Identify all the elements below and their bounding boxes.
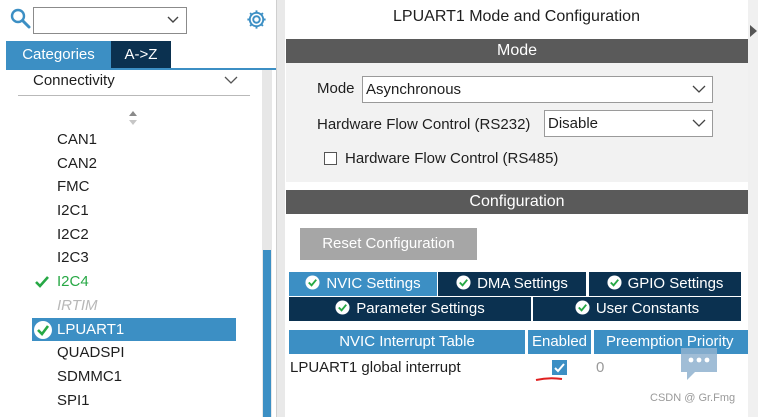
mode-section: Mode Asynchronous Hardware Flow Control … [286,63,748,182]
peripheral-label: FMC [57,178,90,196]
check-circle-icon [456,275,471,290]
peripheral-item-i2c1[interactable]: I2C1 [32,199,242,223]
tab-user-constants[interactable]: User Constants [533,297,741,321]
gear-icon[interactable] [245,8,268,31]
peripheral-item-quadspi[interactable]: QUADSPI [32,341,242,365]
hw-flow-rs485-label: Hardware Flow Control (RS485) [345,150,559,167]
hw-flow-rs232-label: Hardware Flow Control (RS232) [317,116,531,133]
tab-label: GPIO Settings [627,275,724,292]
check-circle-icon [34,320,52,339]
page-title: LPUART1 Mode and Configuration [393,8,640,25]
peripheral-label: I2C3 [57,249,89,267]
sort-icon[interactable] [127,110,139,126]
hw-flow-rs232-value: Disable [548,115,599,132]
tab-a-to-z[interactable]: A->Z [111,41,171,68]
peripheral-label: IRTIM [57,296,98,314]
tab-label: NVIC Settings [326,275,421,292]
peripheral-label: CAN1 [57,131,98,148]
checkmark-icon [554,363,565,373]
peripheral-label: SPI1 [57,391,90,409]
peripheral-item-can2[interactable]: CAN2 [32,152,242,176]
watermark-text: CSDN @ Gr.Fmg [650,392,736,404]
peripheral-item-spi1[interactable]: SPI1 [32,389,242,413]
scrollbar-thumb[interactable] [263,250,271,417]
column-header-enabled[interactable]: Enabled [528,330,591,354]
peripheral-item-can1[interactable]: CAN1 [32,128,242,152]
check-circle-icon [305,275,320,290]
reset-configuration-button[interactable]: Reset Configuration [300,228,477,260]
right-collapse-bar[interactable] [748,0,758,417]
peripheral-item-irtim[interactable]: IRTIM [32,294,242,318]
tab-gpio-settings[interactable]: GPIO Settings [589,272,741,296]
peripheral-item-sdmmc1[interactable]: SDMMC1 [32,365,242,389]
peripheral-label: CAN2 [57,154,98,172]
search-input[interactable] [33,7,187,34]
column-header-interrupt[interactable]: NVIC Interrupt Table [289,330,525,354]
peripheral-item-fmc[interactable]: FMC [32,175,242,199]
view-tabs: Categories A->Z [6,41,171,68]
hw-flow-rs485-checkbox[interactable] [324,152,337,165]
peripheral-label: LPUART1 [57,320,125,338]
column-header-preemption-priority[interactable]: Preemption Priority [594,330,748,354]
chevron-down-icon [224,76,238,84]
tab-parameter-settings[interactable]: Parameter Settings [289,297,531,321]
check-circle-icon [335,300,350,315]
mode-select-value: Asynchronous [366,81,462,98]
left-scrollbar[interactable] [262,70,272,417]
peripheral-list: CAN1 CAN2 FMC I2C1 I2C2 I2C3 I2C4 IRTIM … [32,128,242,412]
mode-label: Mode [317,80,355,97]
tab-label: DMA Settings [477,275,568,292]
tab-label: User Constants [595,300,700,317]
category-header-connectivity[interactable]: Connectivity [18,70,250,96]
checkmark-icon [35,276,49,289]
mode-section-header: Mode [286,39,748,63]
preemption-priority-cell[interactable]: 0 [596,358,656,378]
chat-bubble-icon [681,348,717,380]
peripheral-label: SDMMC1 [57,367,123,385]
check-circle-icon [607,275,622,290]
tab-label: Parameter Settings [356,300,485,317]
interrupt-name-cell: LPUART1 global interrupt [290,359,461,376]
hw-flow-rs232-select[interactable]: Disable [544,110,713,137]
peripheral-label: I2C4 [57,273,89,291]
chevron-right-icon[interactable] [749,24,758,38]
search-icon[interactable] [10,8,32,30]
peripheral-label: QUADSPI [57,344,125,362]
chevron-down-icon [692,119,706,127]
peripheral-label: I2C2 [57,225,89,243]
tab-categories[interactable]: Categories [6,41,111,68]
peripheral-item-i2c2[interactable]: I2C2 [32,223,242,247]
chevron-down-icon [692,85,706,93]
interrupt-enabled-checkbox[interactable] [552,360,567,375]
category-label: Connectivity [33,72,115,89]
configuration-section-header: Configuration [286,190,748,214]
peripheral-item-i2c4[interactable]: I2C4 [32,270,242,294]
peripheral-item-lpuart1[interactable]: LPUART1 [32,317,236,342]
peripheral-label: I2C1 [57,202,89,220]
right-panel: LPUART1 Mode and Configuration Mode Mode… [285,0,758,417]
tab-dma-settings[interactable]: DMA Settings [438,272,586,296]
check-circle-icon [575,300,590,315]
panel-splitter[interactable] [276,0,285,417]
mode-select[interactable]: Asynchronous [362,76,713,103]
peripheral-item-i2c3[interactable]: I2C3 [32,246,242,270]
red-underline-annotation [535,377,563,381]
chevron-down-icon[interactable] [166,13,180,27]
left-panel: Categories A->Z Connectivity CAN1 CAN2 F… [0,0,276,417]
tab-nvic-settings[interactable]: NVIC Settings [289,272,437,296]
